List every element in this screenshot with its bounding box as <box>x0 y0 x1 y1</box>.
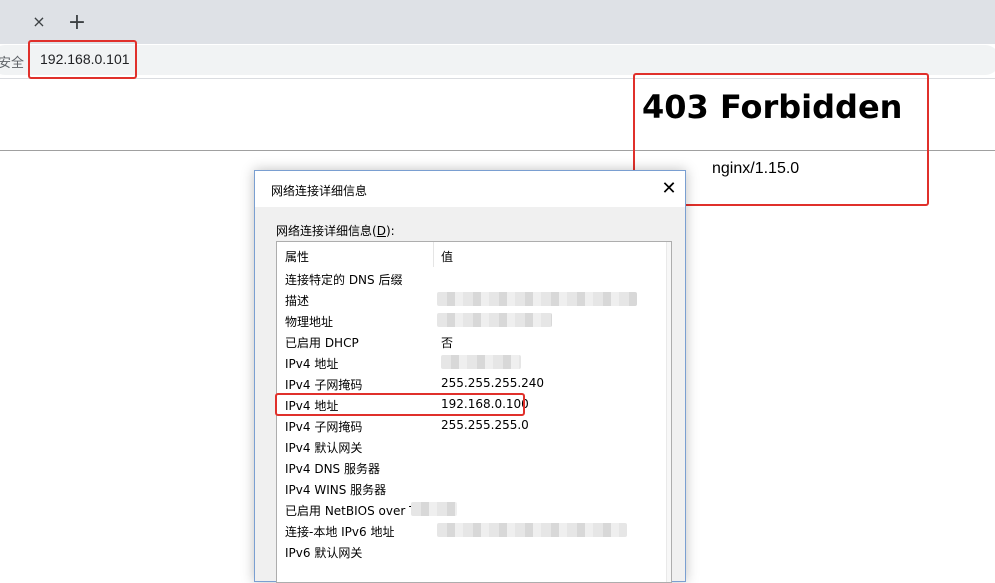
property-value: 255.255.255.0 <box>441 418 529 432</box>
list-item[interactable]: 描述 <box>277 289 667 310</box>
property-name: 连接-本地 IPv6 地址 <box>285 525 395 539</box>
redacted-value <box>437 313 552 327</box>
list-item[interactable]: IPv4 子网掩码 255.255.255.0 <box>277 415 667 436</box>
new-tab-icon[interactable]: + <box>66 12 88 34</box>
details-label: 网络连接详细信息(D): <box>276 222 395 239</box>
close-tab-icon[interactable]: × <box>30 13 48 31</box>
details-label-tail: ): <box>385 224 395 238</box>
url-highlight-box <box>28 40 137 79</box>
list-item[interactable]: IPv4 WINS 服务器 <box>277 478 667 499</box>
redacted-value <box>411 502 457 516</box>
redacted-value <box>437 292 637 306</box>
list-item[interactable]: IPv4 子网掩码 255.255.255.240 <box>277 373 667 394</box>
property-value: 255.255.255.240 <box>441 376 545 390</box>
list-item[interactable]: IPv4 地址 <box>277 352 667 373</box>
property-name: 已启用 DHCP <box>285 336 359 350</box>
property-name: 描述 <box>285 294 310 308</box>
list-item[interactable]: IPv4 DNS 服务器 <box>277 457 667 478</box>
redacted-value <box>441 355 521 369</box>
list-item[interactable]: IPv4 默认网关 <box>277 436 667 457</box>
dialog-titlebar[interactable]: 网络连接详细信息 ✕ <box>255 171 685 207</box>
details-label-mnemonic: D <box>376 224 386 238</box>
property-name: IPv4 地址 <box>285 357 339 371</box>
property-name: IPv4 DNS 服务器 <box>285 462 380 476</box>
network-details-dialog: 网络连接详细信息 ✕ 网络连接详细信息(D): 属性 值 连接特定的 DNS 后… <box>254 170 686 583</box>
security-indicator[interactable]: 安全 <box>0 52 24 71</box>
list-item[interactable]: IPv6 默认网关 <box>277 541 667 562</box>
list-item[interactable]: 已启用 NetBIOS over T <box>277 499 667 520</box>
list-item[interactable]: 连接-本地 IPv6 地址 <box>277 520 667 541</box>
property-name: 连接特定的 DNS 后缀 <box>285 273 403 287</box>
column-separator[interactable] <box>433 242 434 267</box>
property-name: IPv4 子网掩码 <box>285 378 363 392</box>
redacted-value <box>437 523 627 537</box>
column-header-property[interactable]: 属性 <box>285 248 309 265</box>
list-header: 属性 值 <box>277 242 667 268</box>
property-name: IPv4 默认网关 <box>285 441 363 455</box>
column-header-value[interactable]: 值 <box>441 248 453 265</box>
property-name: 已启用 NetBIOS over T <box>285 504 417 518</box>
dialog-title: 网络连接详细信息 <box>271 184 368 198</box>
list-item[interactable]: 物理地址 <box>277 310 667 331</box>
close-icon[interactable]: ✕ <box>657 177 681 201</box>
property-name: IPv4 WINS 服务器 <box>285 483 387 497</box>
property-name: IPv6 默认网关 <box>285 546 363 560</box>
property-value: 否 <box>441 336 454 350</box>
list-item[interactable]: 连接特定的 DNS 后缀 <box>277 268 667 289</box>
address-bar[interactable] <box>0 45 995 75</box>
property-name: 物理地址 <box>285 315 334 329</box>
details-label-text: 网络连接详细信息( <box>276 224 377 238</box>
ip-highlight-box <box>275 393 525 416</box>
list-item[interactable]: 已启用 DHCP 否 <box>277 331 667 352</box>
tab-strip: × + <box>0 0 995 44</box>
property-name: IPv4 子网掩码 <box>285 420 363 434</box>
